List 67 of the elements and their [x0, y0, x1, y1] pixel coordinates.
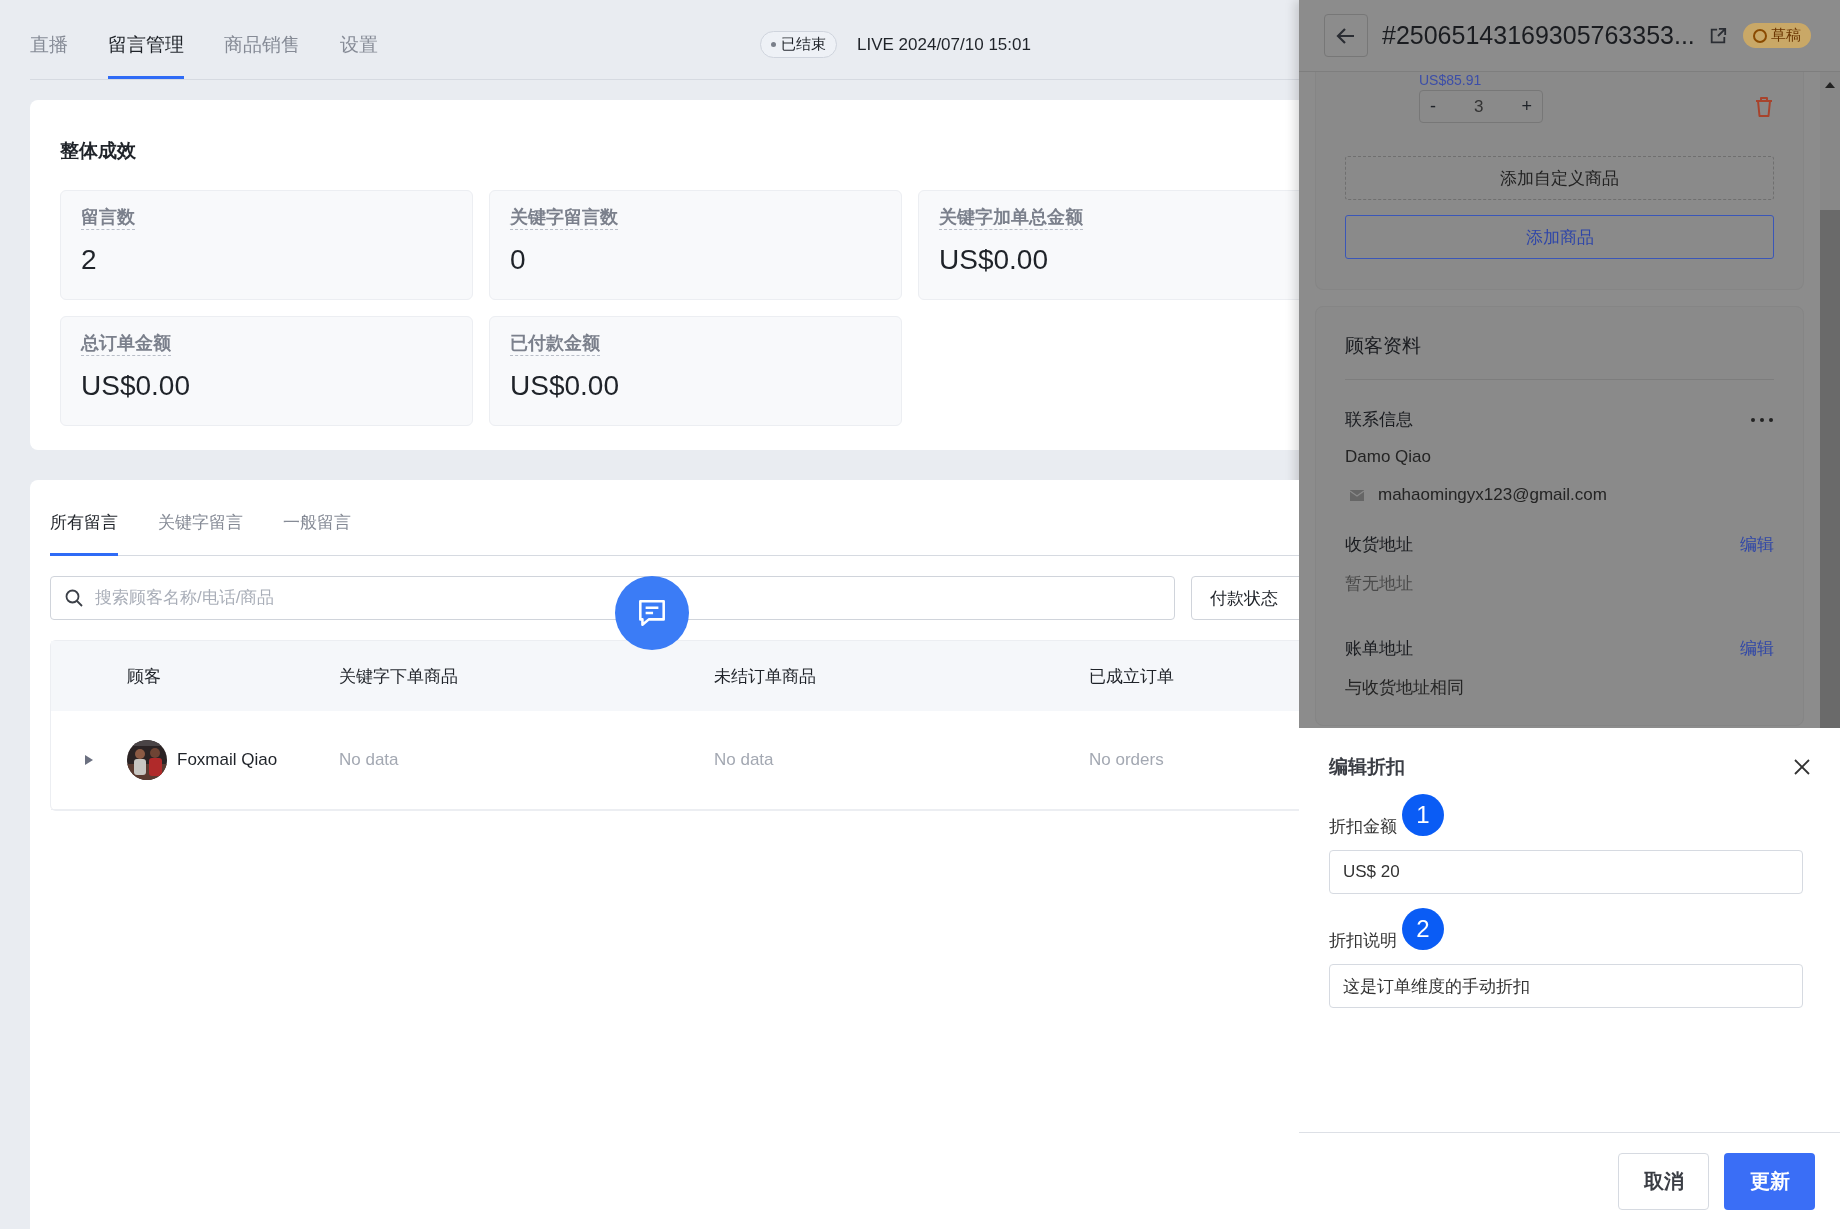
close-icon[interactable]	[1794, 759, 1810, 775]
field-label: 折扣金额	[1329, 816, 1397, 838]
edit-link[interactable]: 编辑	[1740, 533, 1774, 556]
back-button[interactable]	[1324, 14, 1368, 57]
cancel-button[interactable]: 取消	[1618, 1152, 1709, 1210]
add-custom-product-button[interactable]: 添加自定义商品	[1345, 156, 1774, 200]
column-header: 未结订单商品	[714, 665, 817, 688]
quantity-stepper[interactable]: - 3 +	[1419, 90, 1543, 123]
shipping-label: 收货地址	[1345, 534, 1413, 556]
customer-name: Damo Qiao	[1345, 447, 1431, 467]
shipping-address: 暂无地址	[1345, 573, 1413, 595]
more-icon[interactable]	[1750, 416, 1774, 423]
table-cell-text: No orders	[1089, 750, 1165, 770]
edit-link[interactable]: 编辑	[1740, 637, 1774, 660]
update-button[interactable]: 更新	[1724, 1152, 1815, 1210]
scrollbar[interactable]	[1820, 72, 1840, 728]
add-product-button[interactable]: 添加商品	[1345, 215, 1774, 259]
order-title: #25065143169305763353...	[1382, 21, 1695, 50]
stat-value: 2	[81, 244, 97, 276]
nav-tab[interactable]: 留言管理	[108, 32, 184, 79]
comment-tab[interactable]: 所有留言	[50, 511, 118, 556]
table-cell-text: No data	[714, 750, 775, 770]
billing-address: 与收货地址相同	[1345, 677, 1464, 699]
billing-label: 账单地址	[1345, 638, 1413, 660]
stat-value: US$0.00	[510, 370, 619, 402]
stat-value: US$0.00	[81, 370, 190, 402]
comment-tab[interactable]: 关键字留言	[158, 511, 243, 556]
quantity-value: 3	[1474, 96, 1484, 117]
live-time: LIVE 2024/07/10 15:01	[857, 34, 1031, 55]
table-cell-text: No data	[339, 750, 400, 770]
dialog-title: 编辑折扣	[1329, 755, 1405, 779]
customer-name: Foxmail Qiao	[177, 750, 278, 770]
product-price: US$85.91	[1419, 72, 1483, 88]
stat-label: 已付款金额	[510, 331, 600, 356]
increment-button[interactable]: +	[1521, 96, 1532, 117]
column-header: 已成立订单	[1089, 665, 1175, 688]
expand-caret-icon[interactable]	[85, 755, 93, 765]
search-field[interactable]: 搜索顾客名称/电话/商品	[50, 576, 1175, 620]
scroll-up-icon[interactable]	[1825, 82, 1835, 88]
external-link-icon[interactable]	[1708, 26, 1727, 45]
mail-icon	[1350, 489, 1364, 501]
field-label: 折扣说明	[1329, 930, 1397, 952]
contact-label: 联系信息	[1345, 409, 1413, 431]
stat-label: 关键字加单总金额	[939, 205, 1083, 230]
decrement-button[interactable]: -	[1430, 96, 1436, 117]
stat-label: 关键字留言数	[510, 205, 618, 230]
comment-tab[interactable]: 一般留言	[283, 511, 351, 556]
column-header: 关键字下单商品	[339, 665, 459, 688]
stat-value: 0	[510, 244, 526, 276]
customer-email: mahaomingyx123@gmail.com	[1378, 485, 1607, 505]
section-title: 顾客资料	[1345, 333, 1774, 380]
filter-dropdown[interactable]: 付款状态	[1190, 576, 1299, 620]
section-title: 整体成效	[60, 139, 137, 163]
status-badge: 已结束	[760, 31, 837, 58]
stat-value: US$0.00	[939, 244, 1048, 276]
nav-tab[interactable]: 设置	[340, 32, 378, 79]
input-field[interactable]: 这是订单维度的手动折扣	[1329, 964, 1803, 1008]
step-marker: 2	[1402, 908, 1444, 950]
nav-tab[interactable]: 商品销售	[224, 32, 300, 79]
stat-label: 总订单金额	[81, 331, 171, 356]
nav-tab[interactable]: 直播	[30, 32, 68, 79]
status-badge: 草稿	[1742, 23, 1811, 48]
input-field[interactable]: US$ 20	[1329, 850, 1803, 894]
step-marker: 1	[1402, 794, 1444, 836]
stat-label: 留言数	[81, 205, 135, 230]
column-header: 顾客	[127, 665, 162, 688]
search-icon	[64, 588, 84, 608]
